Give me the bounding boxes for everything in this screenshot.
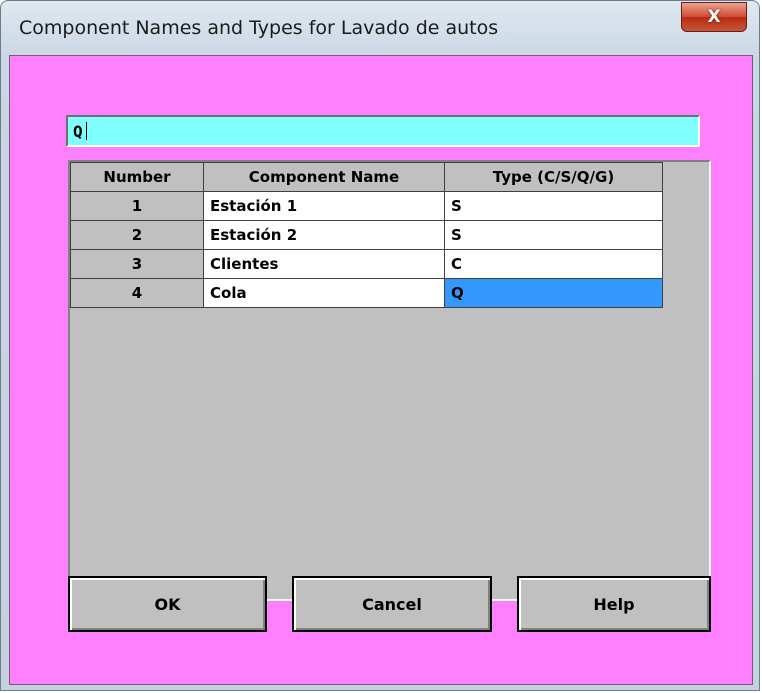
component-type-cell[interactable]: S <box>444 191 663 221</box>
row-number[interactable]: 4 <box>70 278 204 308</box>
component-name-cell[interactable]: Estación 1 <box>203 191 445 221</box>
table-header-row: Number Component Name Type (C/S/Q/G) <box>70 162 663 192</box>
dialog-client-area: Q Number Component Name Type (C/S/Q/G) 1… <box>9 55 753 685</box>
component-grid[interactable]: Number Component Name Type (C/S/Q/G) 1 E… <box>68 160 711 601</box>
component-table: Number Component Name Type (C/S/Q/G) 1 E… <box>70 162 663 308</box>
table-row: 1 Estación 1 S <box>70 191 663 221</box>
row-number[interactable]: 2 <box>70 220 204 250</box>
dialog-window: Component Names and Types for Lavado de … <box>0 0 760 691</box>
column-header-number[interactable]: Number <box>70 162 204 192</box>
window-title: Component Names and Types for Lavado de … <box>19 17 499 39</box>
column-header-component-name[interactable]: Component Name <box>203 162 445 192</box>
component-type-cell[interactable]: C <box>444 249 663 279</box>
column-header-type[interactable]: Type (C/S/Q/G) <box>444 162 663 192</box>
help-button[interactable]: Help <box>517 576 711 632</box>
close-button[interactable]: X <box>681 2 747 32</box>
row-number[interactable]: 1 <box>70 191 204 221</box>
component-type-cell[interactable]: S <box>444 220 663 250</box>
cell-edit-input[interactable]: Q <box>66 115 700 147</box>
row-number[interactable]: 3 <box>70 249 204 279</box>
table-row: 3 Clientes C <box>70 249 663 279</box>
table-row: 4 Cola Q <box>70 278 663 308</box>
component-name-cell[interactable]: Cola <box>203 278 445 308</box>
title-bar[interactable]: Component Names and Types for Lavado de … <box>1 1 759 55</box>
component-name-cell[interactable]: Estación 2 <box>203 220 445 250</box>
close-icon: X <box>707 7 721 27</box>
component-name-cell[interactable]: Clientes <box>203 249 445 279</box>
ok-button[interactable]: OK <box>68 576 267 632</box>
text-caret <box>86 122 87 140</box>
selected-type-cell[interactable]: Q <box>444 278 663 308</box>
cancel-button[interactable]: Cancel <box>292 576 492 632</box>
table-row: 2 Estación 2 S <box>70 220 663 250</box>
cell-edit-value: Q <box>73 122 83 141</box>
